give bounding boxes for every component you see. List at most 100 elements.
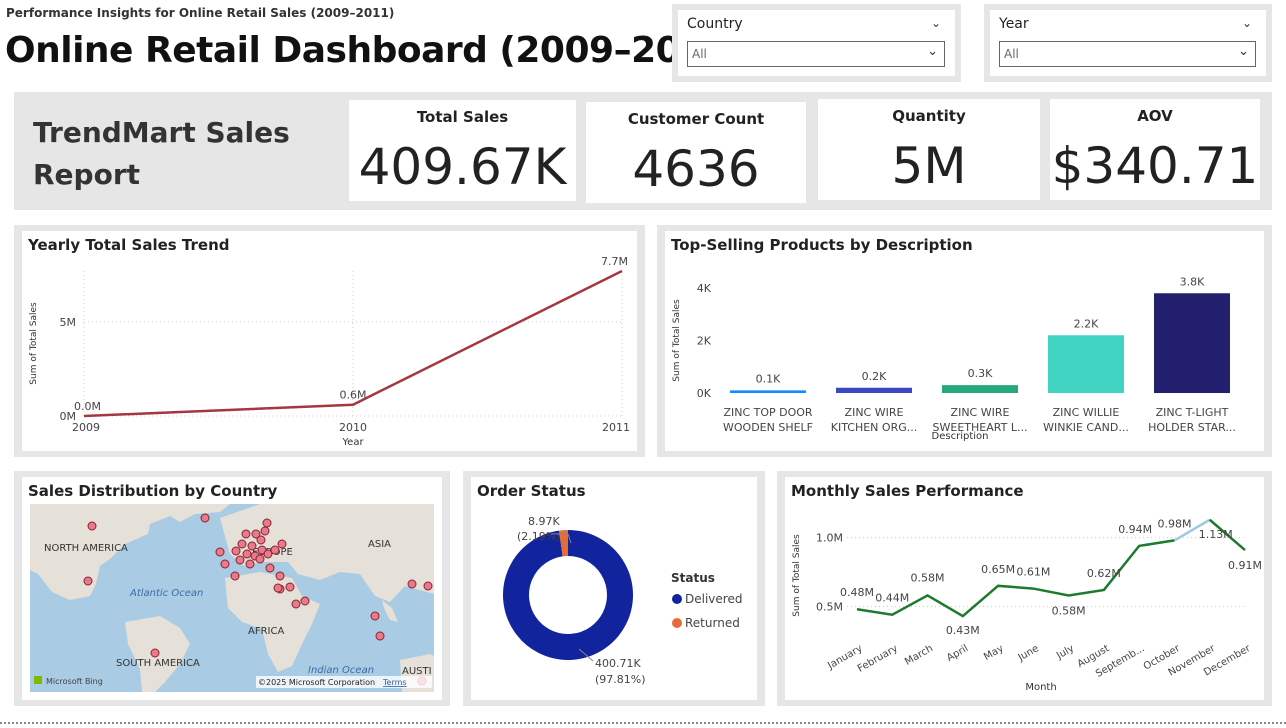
terms-link[interactable]: Terms [382,678,407,687]
x-tick-label: 2009 [72,421,100,434]
country-marker [265,563,275,573]
data-label: 3.8K [1180,275,1205,288]
data-label: 0.58M [911,571,945,584]
kpi-card-quantity[interactable]: Quantity 5M [818,99,1040,200]
data-label: 0.0M [74,400,101,413]
data-label: 0.44M [875,592,909,605]
monthly-sales-chart: 0.5M1.0M0.48M 0.44M0.58M0.43M0.65M 0.61M0.… [792,517,1262,693]
legend-title: Status [671,571,715,585]
chevron-down-icon: ⌄ [1238,44,1249,59]
x-tick-label: ZINC WIRE [951,406,1010,419]
x-tick-label: February [856,643,900,675]
map-panel[interactable]: Sales Distribution by Country NORTH AMER… [14,471,450,706]
world-map[interactable]: NORTH AMERICA EUROPE ASIA Atlantic Ocean… [30,504,434,692]
kpi-value: $340.71 [1051,137,1259,195]
kpi-card-total-sales[interactable]: Total Sales 409.67K [349,100,576,201]
map-label-indian-ocean: Indian Ocean [308,665,374,676]
country-dropdown[interactable]: All ⌄ [687,41,945,67]
legend-label: Delivered [685,592,742,606]
map-label-africa: AFRICA [248,626,284,637]
legend-marker [672,594,682,604]
country-marker [407,579,417,589]
kpi-label: Customer Count [627,110,765,128]
year-dropdown-value: All [1004,47,1019,61]
data-label: 0.62M [1087,567,1121,580]
yearly-trend-panel[interactable]: Yearly Total Sales Trend 0M 5M 2009 2010 201… [14,225,645,457]
country-marker [423,581,433,591]
y-tick-label: 2K [697,335,712,348]
country-marker [231,546,241,556]
year-dropdown[interactable]: All ⌄ [999,41,1256,67]
year-slicer: Year ⌄ All ⌄ [984,4,1272,82]
kpi-label: AOV [1137,107,1173,125]
data-label: 0.98M [1157,517,1191,530]
country-marker [270,545,280,555]
kpi-card-customer-count[interactable]: Customer Count 4636 [586,102,806,203]
x-tick-label: April [945,643,970,664]
country-marker [277,539,287,549]
kpi-label: Quantity [892,107,966,125]
x-tick-label: June [1016,643,1041,664]
country-slicer-label: Country [687,16,743,32]
country-marker [200,513,210,523]
country-marker [83,576,93,586]
data-label: 0.48M [840,586,874,599]
kpi-value: 5M [891,137,967,195]
x-tick-label: HOLDER STAR... [1148,421,1236,434]
chart-title: Sales Distribution by Country [28,482,278,500]
donut-slice [503,530,633,660]
y-tick-label: 4K [697,282,712,295]
monthly-sales-panel[interactable]: Monthly Sales Performance 0.5M 1.0M 0.48M 0… [777,471,1272,706]
country-slicer: Country ⌄ All ⌄ [672,4,961,82]
x-tick-label: ZINC WIRE [845,406,904,419]
legend-label: Returned [685,616,740,630]
chevron-down-icon[interactable]: ⌄ [931,16,941,30]
report-subtitle: Performance Insights for Online Retail S… [6,6,395,20]
brand-title-line2: Report [33,158,141,191]
y-tick-label: 5M [60,316,77,329]
bar [730,390,806,393]
page-title: Online Retail Dashboard (2009–2011) [5,30,746,71]
page-divider [0,722,1286,724]
x-tick-label: KITCHEN ORG... [831,421,917,434]
country-marker [255,554,265,564]
order-status-panel[interactable]: Order Status 8.97K (2.19%) 400.71K (97.81%)… [463,471,765,706]
country-marker [150,648,160,658]
country-marker [256,535,266,545]
data-label: 1.13M [1199,528,1233,541]
kpi-card-aov[interactable]: AOV $340.71 [1050,99,1260,200]
bar [942,385,1018,393]
x-tick-label: WINKIE CAND... [1043,421,1129,434]
country-marker [285,582,295,592]
data-label: 0.61M [1016,566,1050,579]
y-axis-title: Sum of Total Sales [672,299,682,382]
data-label: 0.94M [1118,523,1152,536]
y-tick-label: 1.0M [816,532,843,545]
bar [1048,335,1124,393]
legend-marker [672,618,682,628]
x-tick-label: ZINC TOP DOOR [723,406,812,419]
data-label: 0.58M [1052,604,1086,617]
brand-title: TrendMart Sales Report [33,112,290,196]
chevron-down-icon: ⌄ [927,44,938,59]
top-products-panel[interactable]: Top-Selling Products by Description 0K 2K… [657,225,1272,457]
data-label: 0.2K [862,370,887,383]
map-attribution: Microsoft Bing [46,677,103,686]
country-marker [300,596,310,606]
map-label-atlantic: Atlantic Ocean [129,588,203,599]
map-label-north-america: NORTH AMERICA [44,543,128,554]
x-axis-title: Description [932,431,989,442]
kpi-value: 409.67K [358,138,567,196]
country-marker [291,599,301,609]
slice-value-label: 8.97K [528,515,560,528]
data-label: 0.3K [968,367,993,380]
country-marker [273,583,283,593]
country-marker [247,541,257,551]
country-marker [230,571,240,581]
chevron-down-icon[interactable]: ⌄ [1242,16,1252,30]
country-marker [242,549,252,559]
country-marker [245,559,255,569]
country-marker [275,571,285,581]
data-label: 2.2K [1074,317,1099,330]
yearly-trend-chart: 0M5M2009 2010 20110.0M0.6M7.7MYearSum of T… [29,255,630,448]
